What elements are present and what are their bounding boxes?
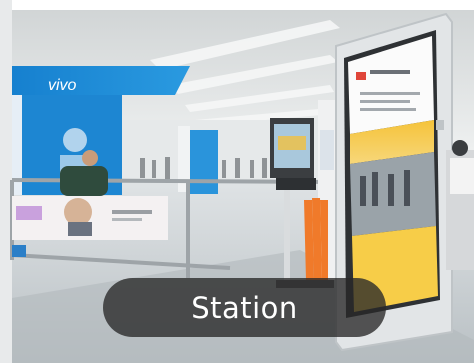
far-blue-pillar: [190, 130, 218, 194]
kiosk-screen: [348, 36, 438, 312]
umbrellas: [304, 198, 328, 280]
right-crowd: [446, 140, 474, 270]
ceiling-light-strip: [0, 0, 474, 10]
station-photo: vivo Station: [0, 0, 474, 363]
right-column-sign: [320, 130, 334, 170]
caption-label: Station: [191, 290, 298, 325]
caption-banner: Station: [103, 278, 386, 337]
brand-logo: vivo: [48, 77, 77, 94]
left-blue-panel: [12, 245, 26, 257]
railing-advert: [12, 196, 168, 240]
